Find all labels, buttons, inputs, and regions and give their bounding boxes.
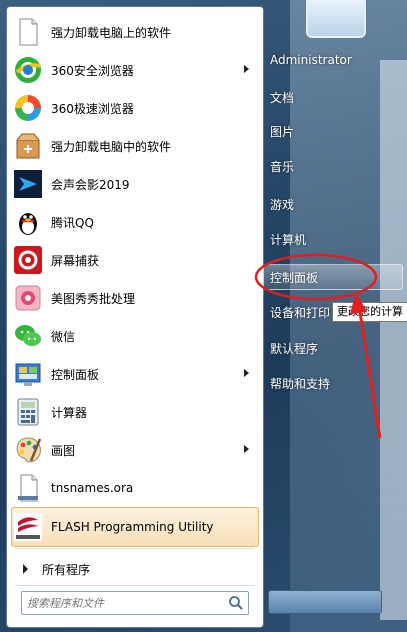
program-item[interactable]: 强力卸载电脑上的软件 [7,13,263,51]
meitu-icon [13,283,43,313]
paint-icon [13,435,43,465]
program-label: 腾讯QQ [51,215,94,230]
program-item[interactable]: 微信 [7,317,263,355]
qq-penguin-icon [13,207,43,237]
programs-panel: 强力卸载电脑上的软件 360安全浏览器 360极速浏览器 强力卸载电脑中的软件 [6,6,264,628]
program-label: 会声会影2019 [51,177,130,192]
program-item-highlighted[interactable]: FLASH Programming Utility [11,507,259,547]
silicon-labs-icon [13,512,43,542]
program-label: 强力卸载电脑上的软件 [51,25,172,40]
divider [15,548,255,549]
wechat-icon [13,321,43,351]
document-icon [13,17,43,47]
devices-printers-link[interactable]: 设备和打印 [270,304,330,321]
submenu-arrow-icon[interactable] [244,65,249,73]
program-label: 计算器 [51,405,88,420]
control-panel-icon [13,359,43,389]
program-label: 微信 [51,329,76,344]
all-programs-button[interactable]: 所有程序 [15,556,255,582]
default-programs-link[interactable]: 默认程序 [270,340,318,357]
program-label: 强力卸载电脑中的软件 [51,139,172,154]
pictures-link[interactable]: 图片 [270,123,294,140]
program-item[interactable]: 强力卸载电脑中的软件 [7,127,263,165]
program-item[interactable]: 屏幕捕获 [7,241,263,279]
all-programs-label: 所有程序 [42,562,91,577]
program-item[interactable]: 360安全浏览器 [7,51,263,89]
user-picture[interactable] [306,0,366,38]
documents-link[interactable]: 文档 [270,89,294,106]
program-label: 美图秀秀批处理 [51,291,136,306]
program-label: 屏幕捕获 [51,253,100,268]
calculator-icon [13,397,43,427]
control-panel-link[interactable]: 控制面板 [270,269,318,286]
computer-link[interactable]: 计算机 [270,231,306,248]
program-label: 控制面板 [51,367,100,382]
music-link[interactable]: 音乐 [270,158,294,175]
program-label: 画图 [51,443,76,458]
program-item[interactable]: 画图 [7,431,263,469]
search-icon[interactable] [228,595,244,611]
program-item[interactable]: 计算器 [7,393,263,431]
uninstall-box-icon [13,131,43,161]
program-item[interactable]: tnsnames.ora [7,469,263,507]
user-name-link[interactable]: Administrator [270,53,352,67]
program-label: tnsnames.ora [51,481,134,495]
program-label: 360安全浏览器 [51,63,134,78]
submenu-arrow-icon[interactable] [244,445,249,453]
control-panel-tooltip: 更改您的计算 [332,302,407,322]
games-link[interactable]: 游戏 [270,196,294,213]
program-label: 360极速浏览器 [51,101,134,116]
help-support-link[interactable]: 帮助和支持 [270,375,330,392]
program-item[interactable]: 控制面板 [7,355,263,393]
program-item[interactable]: 美图秀秀批处理 [7,279,263,317]
browser-360-icon [13,55,43,85]
screen-capture-icon [13,245,43,275]
program-label: FLASH Programming Utility [51,520,214,534]
program-item[interactable]: 腾讯QQ [7,203,263,241]
triangle-right-icon [23,564,28,574]
program-item[interactable]: 会声会影2019 [7,165,263,203]
program-item[interactable]: 360极速浏览器 [7,89,263,127]
search-box[interactable] [21,591,249,615]
divider [15,585,255,586]
submenu-arrow-icon[interactable] [244,369,249,377]
browser-360-speed-icon [13,93,43,123]
program-list: 强力卸载电脑上的软件 360安全浏览器 360极速浏览器 强力卸载电脑中的软件 [7,13,263,547]
video-editor-icon [13,169,43,199]
search-input[interactable] [25,594,223,612]
shutdown-button[interactable] [268,590,382,614]
file-icon [13,473,43,503]
